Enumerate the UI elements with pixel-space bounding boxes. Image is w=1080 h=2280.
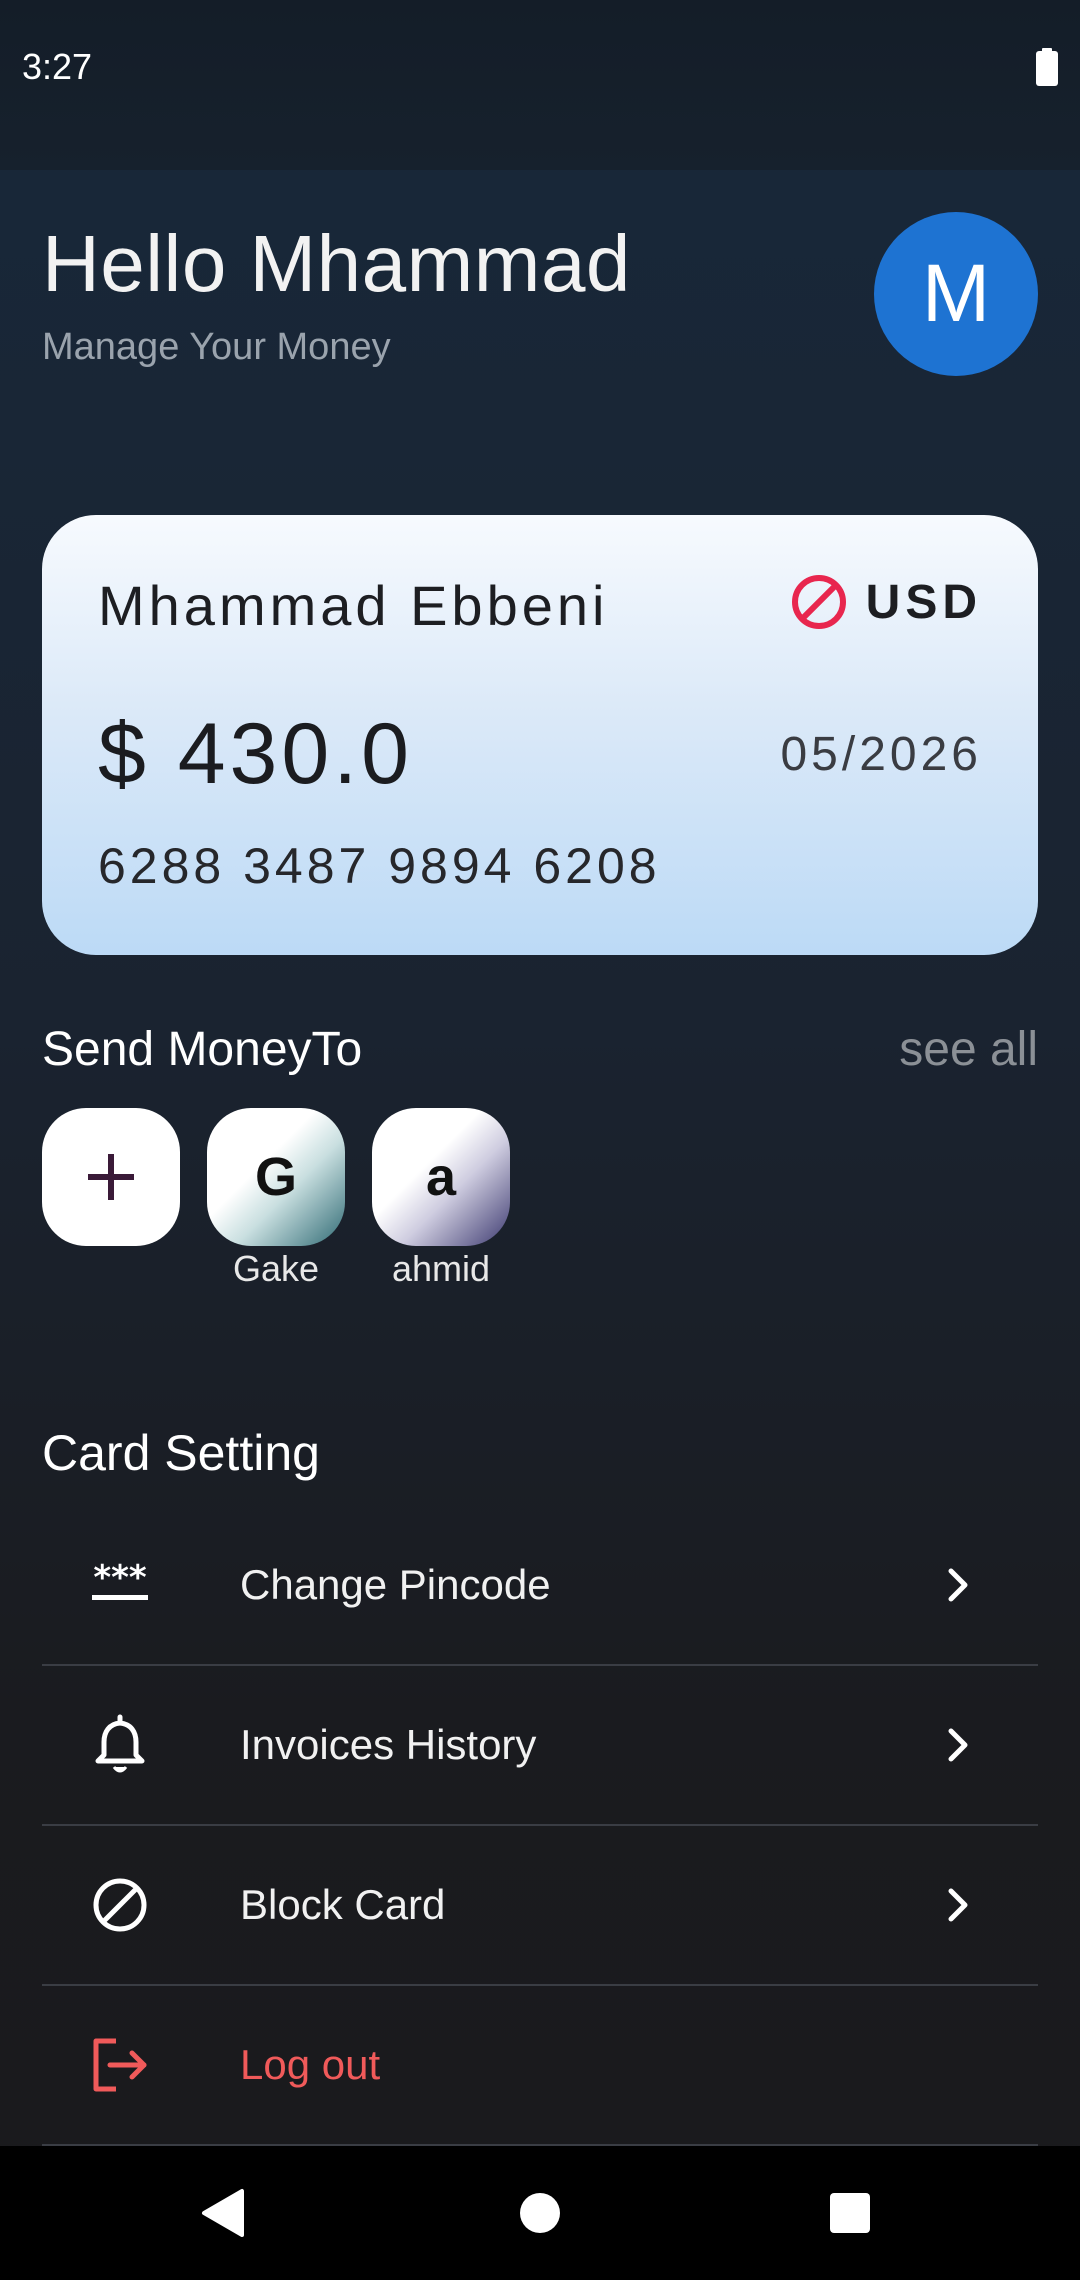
see-all-link[interactable]: see all bbox=[899, 1022, 1038, 1077]
status-bar: 3:27 bbox=[0, 0, 1080, 170]
chevron-right-icon bbox=[948, 1728, 968, 1762]
avatar[interactable]: M bbox=[874, 212, 1038, 376]
chevron-right-icon bbox=[948, 1568, 968, 1602]
contact-name-gake: Gake bbox=[232, 1248, 320, 1289]
contact-avatar-ahmid[interactable]: a bbox=[372, 1108, 510, 1246]
setting-label-change-pincode: Change Pincode bbox=[240, 1561, 551, 1608]
setting-item-logout[interactable]: Log out bbox=[42, 1986, 1038, 2146]
setting-item-block-card[interactable]: Block Card bbox=[42, 1826, 1038, 1986]
contact-name-ahmid: ahmid bbox=[391, 1248, 491, 1289]
setting-item-invoices-history[interactable]: Invoices History bbox=[42, 1666, 1038, 1826]
card-currency-group: USD bbox=[790, 573, 982, 631]
chevron-right-icon bbox=[948, 1888, 968, 1922]
card-holder-name: Mhammad Ebbeni bbox=[98, 574, 609, 637]
send-money-title: Send MoneyTo bbox=[42, 1023, 363, 1076]
back-icon[interactable] bbox=[190, 2179, 258, 2247]
card-currency: USD bbox=[865, 575, 982, 629]
add-contact-button[interactable] bbox=[42, 1108, 180, 1246]
navigation-bar bbox=[0, 2146, 1080, 2280]
pincode-icon: *** bbox=[92, 1558, 148, 1600]
greeting-subtitle: Manage Your Money bbox=[42, 326, 391, 368]
recents-icon[interactable] bbox=[816, 2179, 884, 2247]
bell-icon bbox=[95, 1714, 145, 1773]
greeting-title: Hello Mhammad bbox=[42, 219, 631, 308]
card-number: 6288 3487 9894 6208 bbox=[98, 838, 661, 894]
logout-icon bbox=[93, 2038, 147, 2092]
block-icon bbox=[93, 1878, 147, 1932]
plus-icon bbox=[88, 1154, 134, 1200]
setting-item-change-pincode[interactable]: *** Change Pincode bbox=[42, 1506, 1038, 1666]
status-time: 3:27 bbox=[22, 46, 93, 87]
bank-card[interactable]: Mhammad Ebbeni USD $ 430.0 05/2026 6288 … bbox=[42, 515, 1038, 955]
svg-text:***: *** bbox=[93, 1558, 147, 1598]
setting-label-invoices-history: Invoices History bbox=[240, 1721, 537, 1768]
home-icon[interactable] bbox=[506, 2179, 574, 2247]
battery-icon bbox=[1036, 48, 1058, 86]
contact-avatar-gake[interactable]: G bbox=[207, 1108, 345, 1246]
block-icon bbox=[791, 575, 846, 629]
setting-label-logout: Log out bbox=[240, 2041, 381, 2088]
card-expiry: 05/2026 bbox=[780, 728, 982, 781]
card-setting-title: Card Setting bbox=[42, 1425, 320, 1481]
card-balance: $ 430.0 bbox=[98, 706, 413, 802]
setting-label-block-card: Block Card bbox=[240, 1881, 446, 1928]
app-screen: 3:27 Hello Mhammad Manage Your Money M M… bbox=[0, 0, 1080, 2280]
